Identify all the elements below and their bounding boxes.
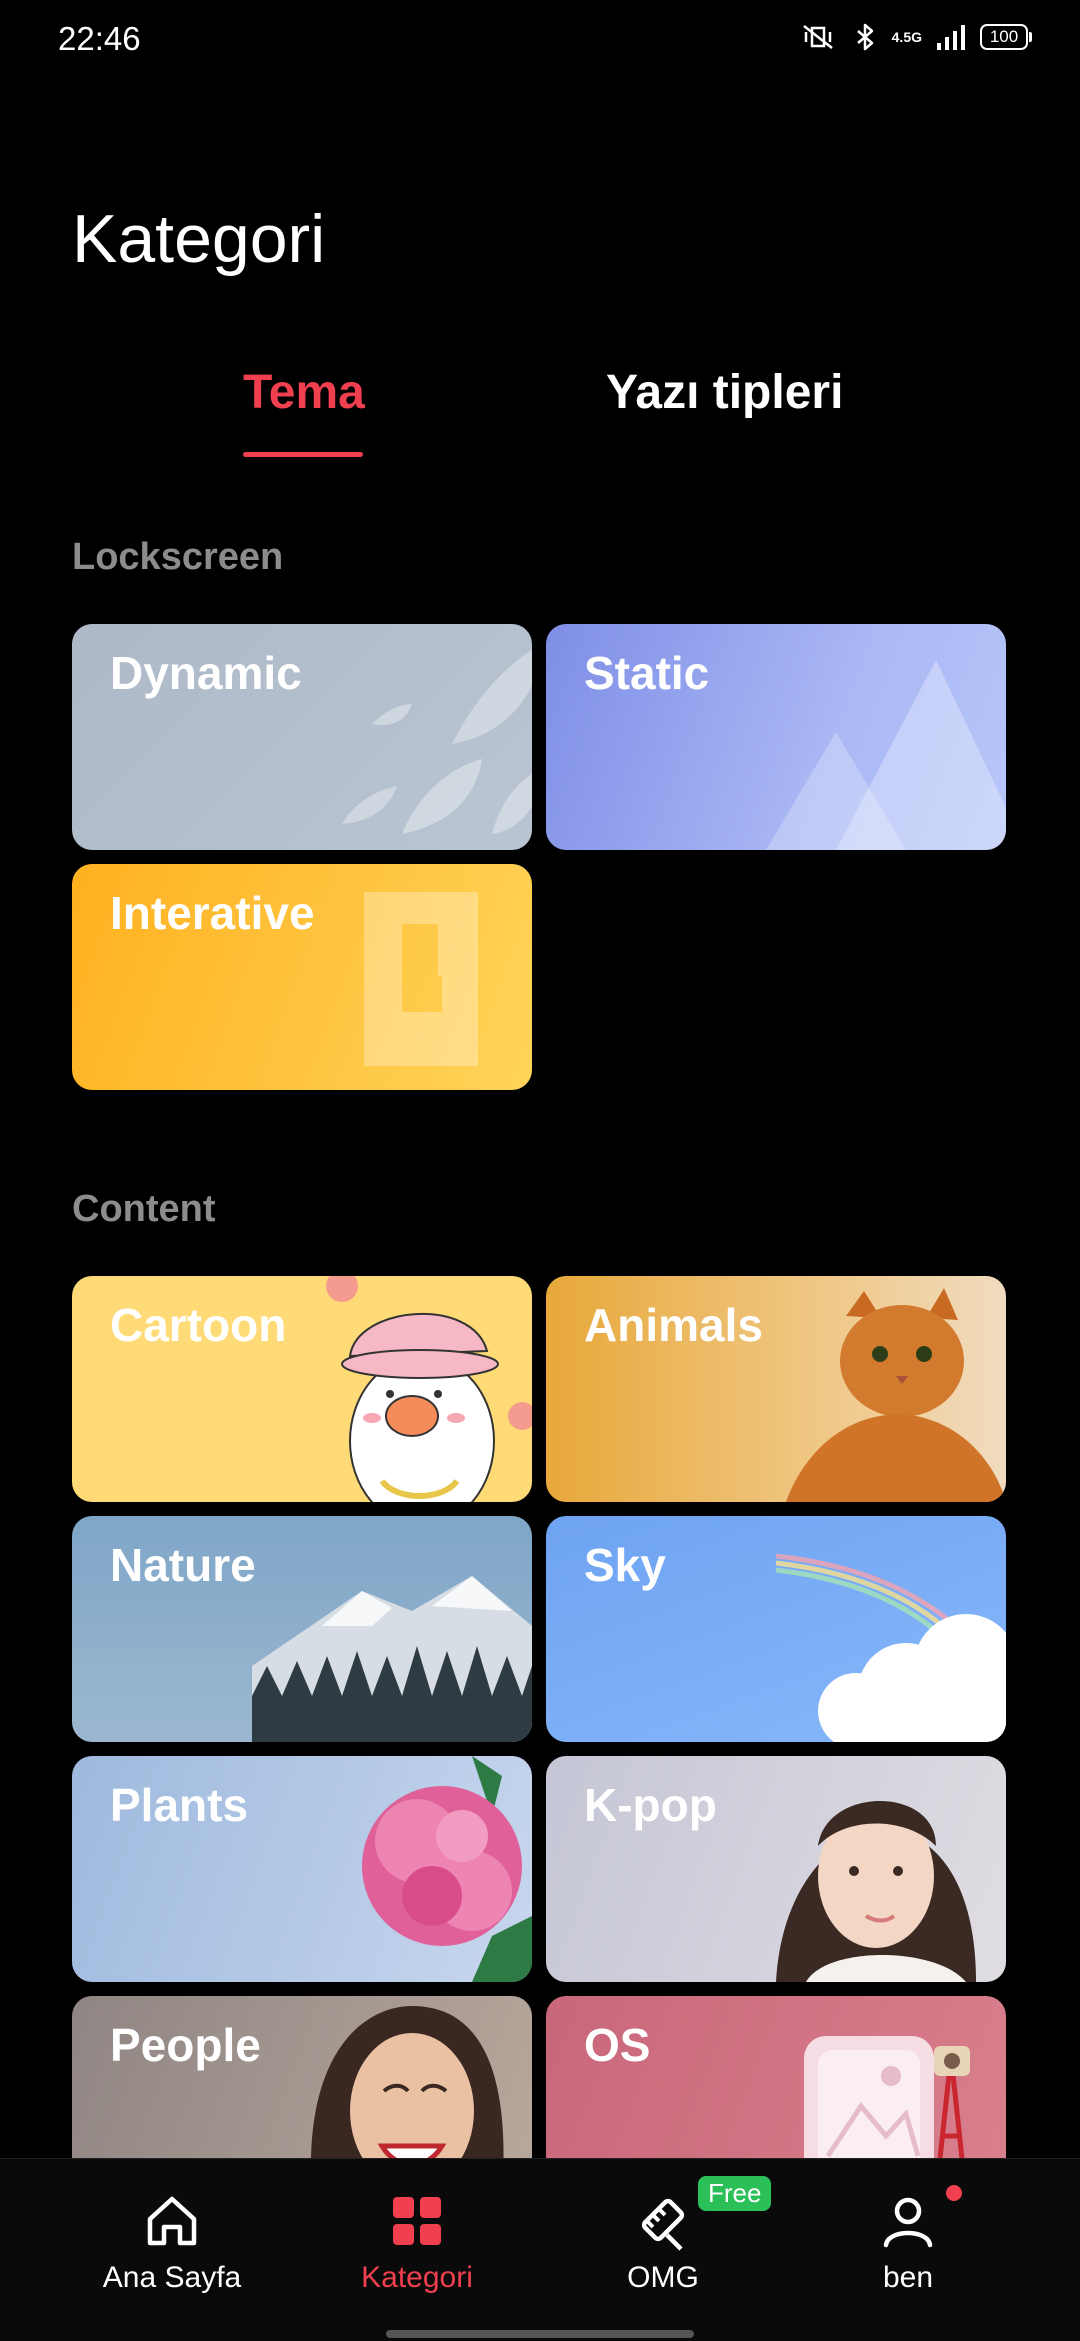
card-plants[interactable]: Plants xyxy=(72,1756,532,1982)
card-animals[interactable]: Animals xyxy=(546,1276,1006,1502)
nav-item-kategori[interactable]: Kategori xyxy=(317,2189,517,2295)
card-label: Cartoon xyxy=(110,1299,287,1351)
card-k-pop[interactable]: K-pop xyxy=(546,1756,1006,1982)
card-sky[interactable]: Sky xyxy=(546,1516,1006,1742)
card-label: Dynamic xyxy=(110,647,302,699)
section-title-content: Content xyxy=(72,1188,216,1230)
home-icon xyxy=(147,2196,197,2246)
notification-dot xyxy=(946,2185,962,2201)
free-badge: Free xyxy=(698,2176,772,2211)
status-icons: 4.5G 100 xyxy=(798,22,1032,52)
nav-label: Ana Sayfa xyxy=(102,2261,242,2294)
bluetooth-icon xyxy=(856,23,873,51)
page-title: Kategori xyxy=(72,201,326,277)
card-label: People xyxy=(110,2019,261,2071)
card-label: Sky xyxy=(584,1539,666,1591)
card-static[interactable]: Static xyxy=(546,624,1006,850)
card-label: K-pop xyxy=(584,1779,717,1831)
bottom-nav: Ana Sayfa Kategori OMG ben xyxy=(0,2158,1080,2341)
active-tab-indicator xyxy=(243,452,363,457)
card-dynamic[interactable]: Dynamic xyxy=(72,624,532,850)
nav-label: ben xyxy=(882,2261,934,2294)
section-title-lockscreen: Lockscreen xyxy=(72,536,284,578)
tab-fonts[interactable]: Yazı tipleri xyxy=(606,365,843,420)
status-time: 22:46 xyxy=(58,20,141,57)
card-label: OS xyxy=(584,2019,651,2071)
tab-theme[interactable]: Tema xyxy=(243,365,365,420)
nav-label: OMG xyxy=(627,2261,699,2294)
nav-label: Kategori xyxy=(361,2261,473,2294)
network-type-label: 4.5G xyxy=(891,29,922,45)
card-cartoon[interactable]: Cartoon xyxy=(72,1276,532,1502)
signal-icon xyxy=(937,25,965,50)
vibrate-mute-icon xyxy=(802,25,833,49)
nav-item-home[interactable]: Ana Sayfa xyxy=(72,2189,272,2295)
card-interative[interactable]: Interative xyxy=(72,864,532,1090)
status-bar: 22:46 4.5G 100 xyxy=(0,0,1080,80)
card-label: Plants xyxy=(110,1779,249,1831)
card-label: Interative xyxy=(110,887,315,939)
card-label: Static xyxy=(584,647,710,699)
user-icon xyxy=(883,2197,933,2248)
home-indicator[interactable] xyxy=(386,2330,694,2338)
card-nature[interactable]: Nature xyxy=(72,1516,532,1742)
battery-icon: 100 xyxy=(980,24,1032,50)
card-label: Nature xyxy=(110,1539,256,1591)
ruler-pencil-icon xyxy=(641,2198,685,2251)
nav-item-ben[interactable]: ben xyxy=(808,2189,1008,2295)
card-label: Animals xyxy=(584,1299,763,1351)
grid-icon xyxy=(393,2197,441,2245)
